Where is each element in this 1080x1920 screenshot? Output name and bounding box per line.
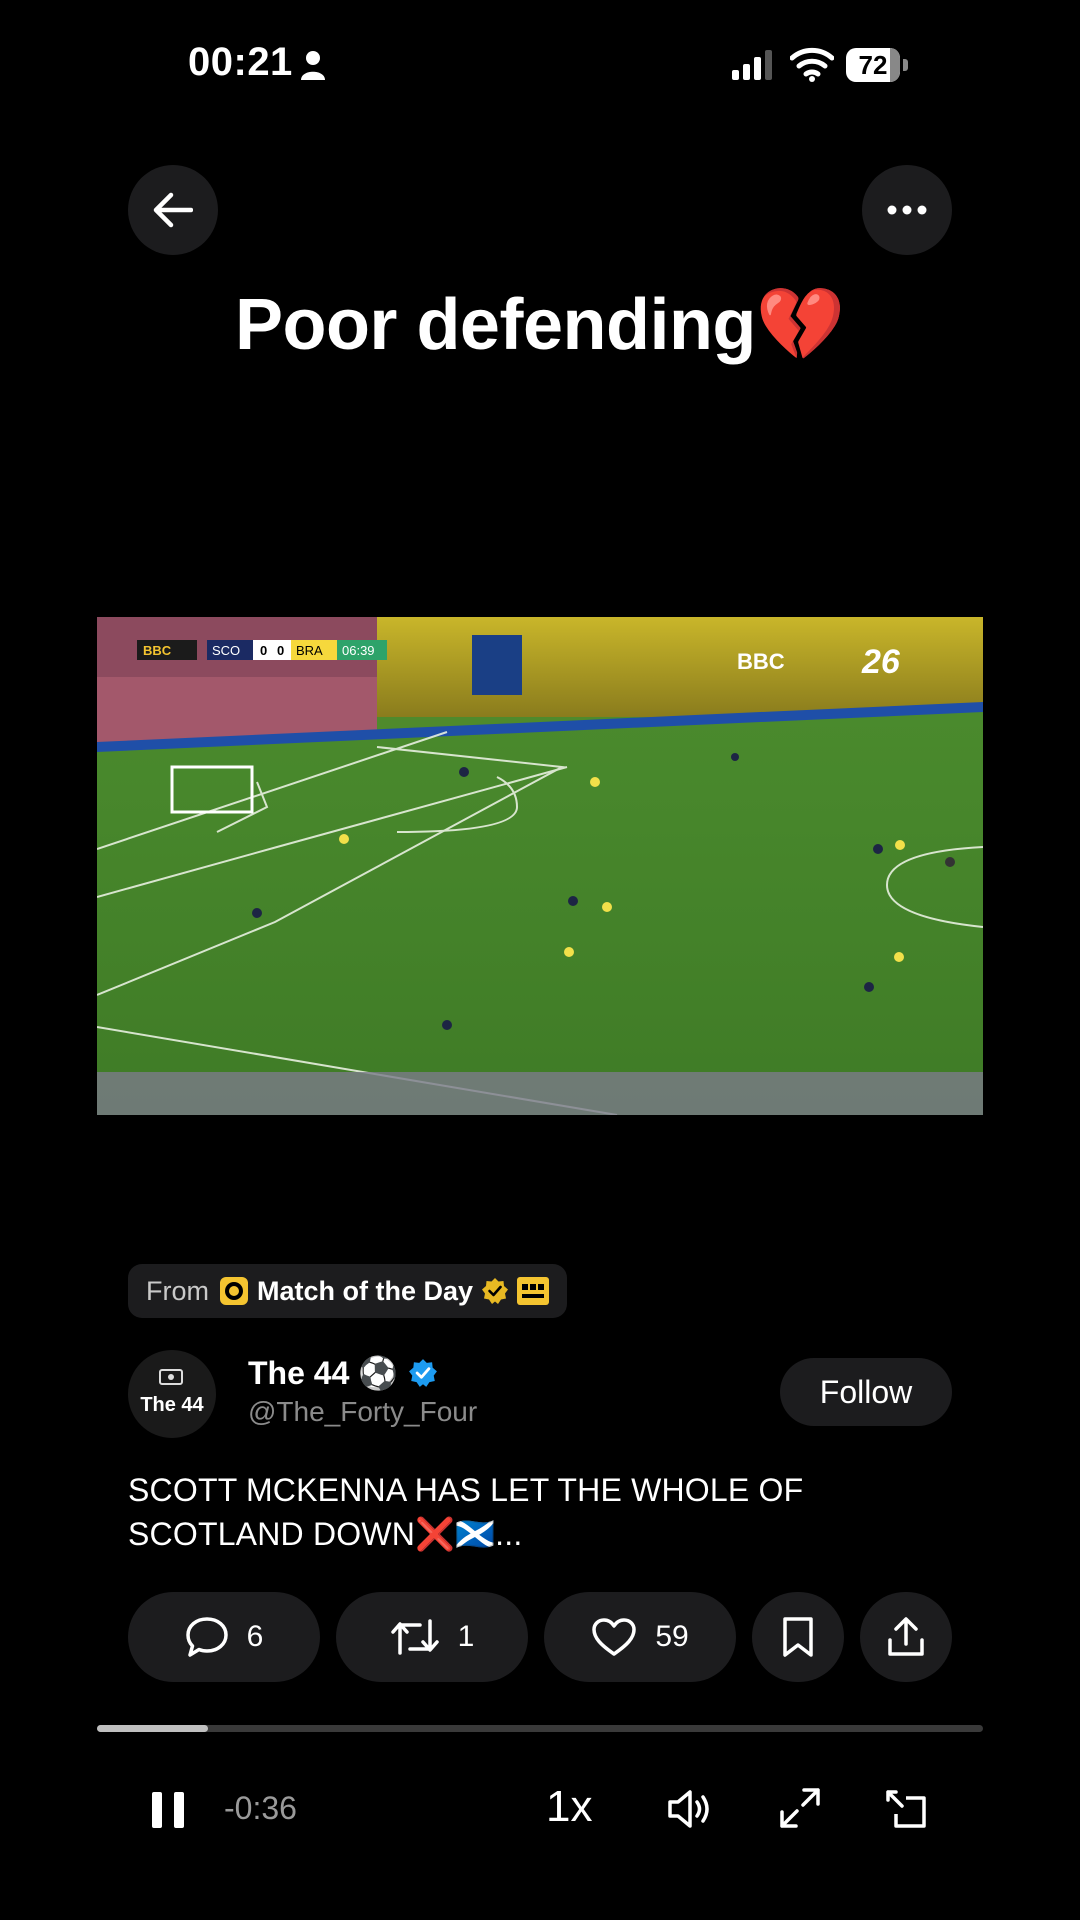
video-player[interactable]: BBC SCO 0 0 BRA 06:39 BBC 26 — [97, 617, 983, 1115]
match-of-the-day-logo-icon — [220, 1277, 248, 1305]
playback-progress-track[interactable] — [97, 1725, 983, 1732]
broadcaster-watermark: BBC — [737, 649, 785, 674]
reply-button[interactable]: 6 — [128, 1592, 320, 1682]
volume-icon[interactable] — [666, 1786, 712, 1832]
bookmark-icon — [783, 1617, 813, 1657]
source-prefix: From — [146, 1275, 209, 1306]
avatar-label: The 44 — [140, 1394, 204, 1416]
score-bug-home-score: 0 — [260, 643, 267, 658]
retweet-icon — [390, 1619, 439, 1655]
gold-verified-badge-icon — [482, 1278, 509, 1304]
score-bug-away: BRA — [296, 643, 323, 658]
battery-level: 72 — [858, 50, 888, 80]
tournament-logo: 26 — [861, 643, 901, 681]
time-remaining: -0:36 — [224, 1790, 297, 1826]
rotate-icon[interactable] — [884, 1786, 930, 1832]
source-attribution[interactable]: From Match of the Day — [128, 1264, 568, 1318]
fullscreen-icon[interactable] — [778, 1786, 822, 1830]
author-name-row[interactable]: The 44 ⚽️ — [248, 1354, 438, 1392]
share-icon — [888, 1617, 924, 1656]
video-caption-title: Poor defending💔 — [234, 285, 846, 365]
blue-verified-badge-icon — [409, 1359, 438, 1387]
source-name: Match of the Day — [257, 1275, 474, 1306]
playback-progress-fill — [97, 1725, 208, 1732]
like-button[interactable]: 59 — [544, 1592, 736, 1682]
back-button[interactable] — [128, 165, 218, 255]
retweet-count: 1 — [457, 1620, 475, 1653]
author-avatar[interactable]: The 44 — [128, 1350, 216, 1438]
score-bug: BBC SCO 0 0 BRA 06:39 — [137, 640, 387, 660]
score-bug-broadcaster: BBC — [143, 643, 172, 658]
retweet-button[interactable]: 1 — [336, 1592, 528, 1682]
follow-button[interactable]: Follow — [780, 1358, 952, 1426]
like-count: 59 — [655, 1620, 689, 1653]
tweet-text[interactable]: SCOTT MCKENNA HAS LET THE WHOLE OF SCOTL… — [128, 1468, 948, 1556]
reply-count: 6 — [246, 1620, 264, 1653]
score-bug-home: SCO — [212, 643, 240, 658]
pause-icon[interactable] — [150, 1790, 186, 1830]
more-options-button[interactable] — [862, 165, 952, 255]
heart-icon — [592, 1618, 637, 1656]
score-bug-away-score: 0 — [277, 643, 284, 658]
battery-indicator: 72 — [846, 48, 908, 82]
status-time: 00:21 — [188, 40, 293, 84]
bbc-sport-badge-icon — [517, 1277, 550, 1305]
reply-icon — [185, 1617, 228, 1657]
playback-speed-button[interactable]: 1x — [546, 1782, 592, 1832]
arrow-left-icon — [153, 192, 193, 228]
share-button[interactable] — [860, 1592, 952, 1682]
author-name: The 44 ⚽️ — [248, 1355, 399, 1391]
wifi-icon — [790, 47, 834, 82]
video-frame: BBC SCO 0 0 BRA 06:39 BBC 26 — [97, 617, 983, 1115]
cellular-signal-icon — [732, 50, 772, 80]
bookmark-button[interactable] — [752, 1592, 844, 1682]
person-icon — [301, 51, 325, 80]
score-bug-clock: 06:39 — [342, 643, 375, 658]
author-handle[interactable]: @The_Forty_Four — [248, 1396, 477, 1428]
more-horizontal-icon — [887, 205, 927, 215]
